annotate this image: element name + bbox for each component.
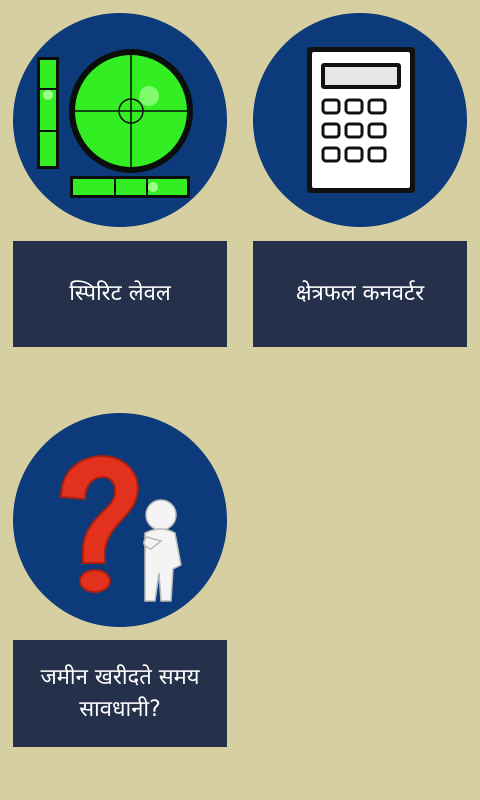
spirit-level-button[interactable]: स्पिरिट लेवल [13,241,227,347]
spirit-level-label: स्पिरिट लेवल [69,281,171,307]
question-person-icon[interactable] [13,413,227,627]
area-converter-button[interactable]: क्षेत्रफल कनवर्टर [253,241,467,347]
spirit-level-icon[interactable] [13,13,227,227]
land-buying-tips-button[interactable]: जमीन खरीदते समय सावधानी? [13,640,227,747]
land-buying-tips-label: जमीन खरीदते समय सावधानी? [40,664,200,722]
calculator-icon[interactable] [253,13,467,227]
area-converter-label: क्षेत्रफल कनवर्टर [295,281,425,307]
